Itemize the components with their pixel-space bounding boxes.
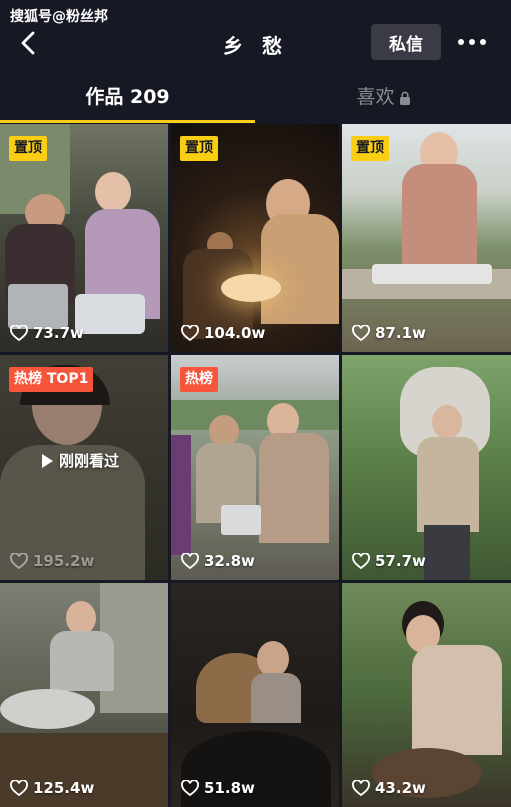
hot-rank-badge: 热榜 TOP1 — [9, 367, 94, 392]
video-thumbnail[interactable]: 51.8w — [171, 583, 339, 807]
video-thumbnail[interactable]: 43.2w — [342, 583, 511, 807]
like-count-value: 57.7w — [375, 552, 426, 570]
like-count-value: 73.7w — [33, 324, 84, 342]
message-button[interactable]: 私信 — [371, 24, 441, 60]
pinned-badge: 置顶 — [180, 136, 218, 161]
hot-rank-badge: 热榜 — [180, 367, 218, 392]
video-thumbnail-image — [342, 355, 511, 580]
like-count: 32.8w — [181, 550, 255, 572]
like-count-value: 51.8w — [204, 779, 255, 797]
heart-icon — [352, 553, 370, 569]
video-thumbnail[interactable]: 57.7w — [342, 355, 511, 580]
video-thumbnail-image — [171, 583, 339, 807]
video-thumbnail[interactable]: 置顶 73.7w — [0, 124, 168, 352]
like-count: 57.7w — [352, 550, 426, 572]
like-count-value: 104.0w — [204, 324, 266, 342]
tab-likes-label: 喜欢 — [356, 86, 395, 108]
heart-icon — [10, 325, 28, 341]
like-count: 87.1w — [352, 322, 426, 344]
heart-icon — [181, 325, 199, 341]
pinned-badge: 置顶 — [9, 136, 47, 161]
like-count: 51.8w — [181, 777, 255, 799]
watermark-text: 搜狐号@粉丝邦 — [10, 9, 108, 25]
like-count: 73.7w — [10, 322, 84, 344]
video-thumbnail[interactable]: 置顶 87.1w — [342, 124, 511, 352]
like-count: 43.2w — [352, 777, 426, 799]
pinned-badge: 置顶 — [351, 136, 389, 161]
like-count-value: 43.2w — [375, 779, 426, 797]
heart-icon — [10, 780, 28, 796]
heart-icon — [10, 553, 28, 569]
video-thumbnail[interactable]: 热榜 32.8w — [171, 355, 339, 580]
play-icon — [42, 453, 53, 468]
top-bar: 乡 愁 私信 — [0, 22, 511, 64]
video-thumbnail-image — [342, 583, 511, 807]
back-button[interactable] — [14, 28, 44, 58]
video-grid: 置顶 73.7w 置顶 104.0w 置顶 87.1w 热榜 TOP1 刚刚看过… — [0, 124, 511, 807]
heart-icon — [181, 780, 199, 796]
tab-works-label: 作品 209 — [85, 86, 170, 108]
more-options-icon[interactable] — [458, 30, 486, 54]
recently-watched-text: 刚刚看过 — [59, 452, 120, 470]
video-thumbnail[interactable]: 置顶 104.0w — [171, 124, 339, 352]
like-count-value: 32.8w — [204, 552, 255, 570]
heart-icon — [181, 553, 199, 569]
like-count-value: 87.1w — [375, 324, 426, 342]
heart-icon — [352, 780, 370, 796]
video-thumbnail[interactable]: 125.4w — [0, 583, 168, 807]
chevron-left-icon — [21, 31, 35, 55]
video-thumbnail[interactable]: 热榜 TOP1 刚刚看过 195.2w — [0, 355, 168, 580]
like-count: 104.0w — [181, 322, 265, 344]
lock-icon — [399, 91, 410, 105]
recently-watched-label: 刚刚看过 — [42, 450, 119, 471]
active-tab-indicator — [0, 120, 255, 123]
tab-likes[interactable]: 喜欢 — [256, 76, 511, 122]
like-count: 125.4w — [10, 777, 94, 799]
like-count: 195.2w — [10, 550, 94, 572]
heart-icon — [352, 325, 370, 341]
profile-tabs: 作品 209 喜欢 — [0, 76, 511, 126]
like-count-value: 195.2w — [33, 552, 95, 570]
like-count-value: 125.4w — [33, 779, 95, 797]
video-thumbnail-image — [0, 583, 168, 807]
tab-works[interactable]: 作品 209 — [0, 76, 255, 122]
